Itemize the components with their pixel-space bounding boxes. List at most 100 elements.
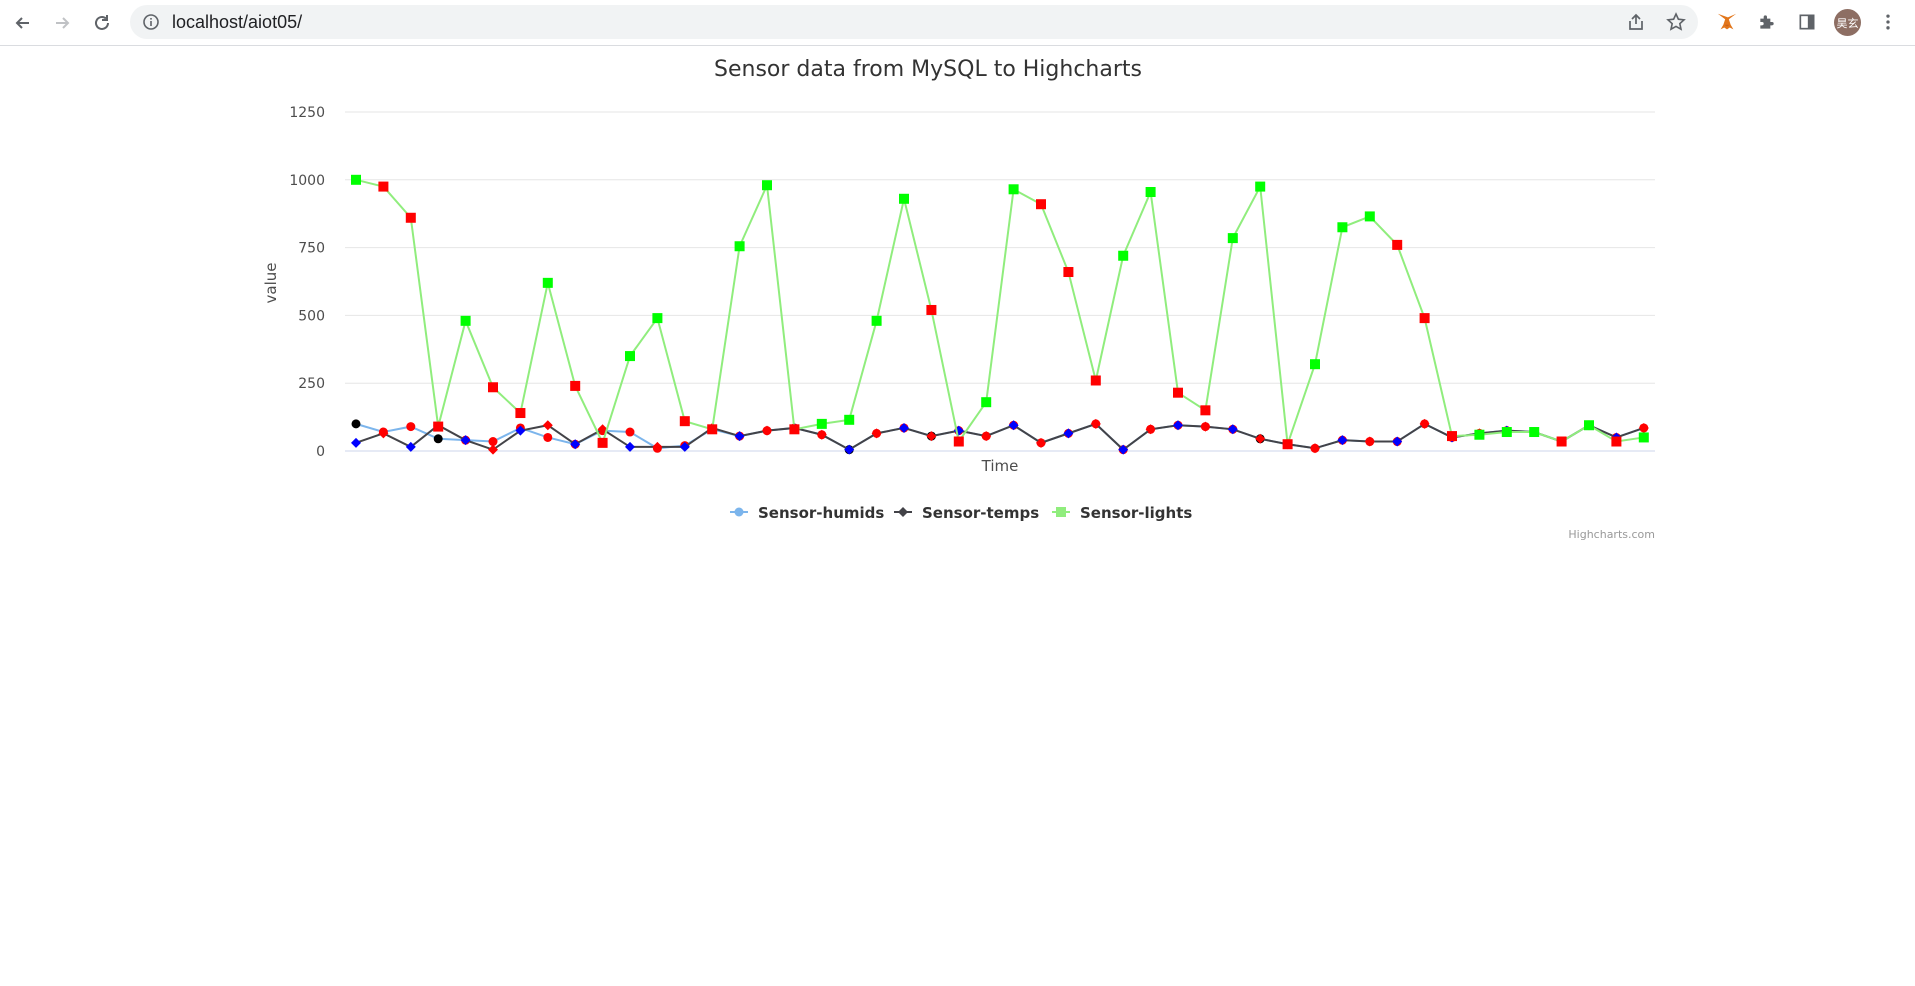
share-icon[interactable] [1626,12,1646,32]
chart-title: Sensor data from MySQL to Highcharts [714,57,1142,82]
legend-item-sensor-humids[interactable]: Sensor-humids [730,504,884,522]
data-point[interactable] [981,397,992,408]
profile-avatar[interactable]: 昊玄 [1834,9,1861,36]
data-point[interactable] [1008,420,1019,431]
data-point[interactable] [1584,420,1594,431]
data-point[interactable] [734,431,745,442]
credits-link[interactable]: Highcharts.com [1568,528,1655,541]
data-point[interactable] [1310,443,1320,454]
arrow-left-icon [15,17,29,29]
data-point[interactable] [1255,181,1266,192]
data-point[interactable] [1036,437,1046,448]
data-point[interactable] [762,425,772,436]
data-point[interactable] [1200,421,1211,432]
data-point[interactable] [1063,267,1074,278]
data-point[interactable] [1419,313,1430,324]
data-point[interactable] [871,428,882,439]
data-point[interactable] [789,424,800,435]
data-point[interactable] [543,432,553,442]
data-point[interactable] [625,441,635,452]
data-point[interactable] [1090,375,1101,386]
data-point[interactable] [1529,427,1540,438]
data-point[interactable] [1556,436,1567,447]
back-button[interactable] [9,9,37,37]
data-point[interactable] [378,181,389,192]
y-tick-label: 250 [298,376,325,392]
data-point[interactable] [844,444,855,455]
data-point[interactable] [406,422,416,432]
data-point[interactable] [1447,431,1457,442]
metamask-extension-icon[interactable] [1714,9,1740,35]
data-point[interactable] [1474,429,1485,440]
address-bar[interactable]: localhost/aiot05/ [130,5,1698,39]
data-point[interactable] [460,435,471,446]
data-point[interactable] [899,422,909,433]
data-point[interactable] [926,304,937,315]
data-point[interactable] [844,414,855,425]
data-point[interactable] [351,437,361,448]
data-point[interactable] [542,277,553,288]
data-point[interactable] [488,382,498,393]
data-point[interactable] [1200,405,1211,416]
data-point[interactable] [1036,199,1046,210]
data-point[interactable] [351,419,361,429]
data-point[interactable] [1145,187,1156,198]
data-point[interactable] [762,180,772,191]
data-point[interactable] [570,380,581,391]
forward-button[interactable] [48,9,76,37]
y-axis-title: value [262,263,280,304]
data-point[interactable] [1392,436,1403,447]
data-point[interactable] [351,174,361,185]
data-point[interactable] [1008,184,1019,195]
data-point[interactable] [1255,433,1266,444]
data-point[interactable] [1310,359,1320,370]
data-point[interactable] [1611,436,1622,447]
bookmark-star-icon[interactable] [1666,12,1686,32]
data-point[interactable] [953,436,964,447]
data-point[interactable] [816,418,827,429]
side-panel-icon[interactable] [1794,9,1820,35]
data-point[interactable] [1392,239,1403,250]
data-point[interactable] [433,434,443,444]
data-point[interactable] [1173,420,1183,431]
data-point[interactable] [1337,435,1348,446]
data-point[interactable] [926,431,937,442]
data-point[interactable] [707,424,718,435]
data-point[interactable] [1282,439,1293,450]
data-point[interactable] [871,315,882,326]
data-point[interactable] [460,315,471,326]
data-point[interactable] [597,437,608,448]
data-point[interactable] [1501,427,1512,438]
data-point[interactable] [1173,387,1183,398]
data-point[interactable] [899,193,909,204]
legend[interactable]: Sensor-humids Sensor-temps Sensor-lights [730,504,1192,522]
legend-item-sensor-temps[interactable]: Sensor-temps [894,504,1039,522]
data-point[interactable] [1638,422,1649,433]
data-point[interactable] [652,313,663,324]
data-point[interactable] [679,416,690,427]
data-point[interactable] [625,427,635,437]
legend-symbol [1056,507,1066,517]
data-point[interactable] [1063,428,1074,439]
series-group [351,174,1649,455]
reload-button[interactable] [88,9,116,37]
data-point[interactable] [1227,424,1238,435]
data-point[interactable] [433,421,444,432]
data-point[interactable] [1227,233,1238,244]
data-point[interactable] [1638,432,1649,443]
data-point[interactable] [515,408,526,419]
data-point[interactable] [734,241,745,252]
data-point[interactable] [405,212,416,223]
extensions-puzzle-icon[interactable] [1754,9,1780,35]
data-point[interactable] [1118,250,1129,261]
data-point[interactable] [1364,436,1375,447]
data-point[interactable] [1364,211,1375,222]
info-icon[interactable] [142,13,160,31]
data-point[interactable] [816,429,827,440]
data-point[interactable] [1419,418,1430,429]
legend-item-sensor-lights[interactable]: Sensor-lights [1052,504,1192,522]
more-menu-icon[interactable] [1875,9,1901,35]
data-point[interactable] [1337,222,1348,233]
data-point[interactable] [625,351,635,362]
data-point[interactable] [981,431,992,442]
